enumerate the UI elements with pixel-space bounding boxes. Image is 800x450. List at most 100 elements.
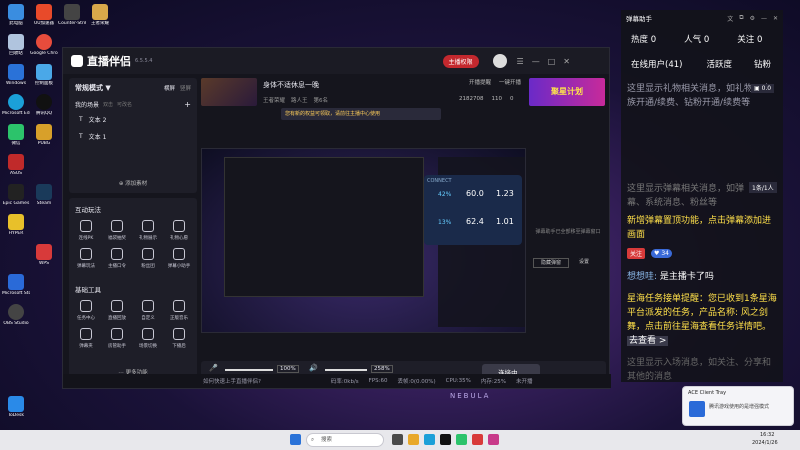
tool-music[interactable]: 正版音乐 [164,300,194,321]
tool-danmu-clip[interactable]: 弹幕夹 [71,328,101,349]
speaker-icon[interactable]: 🔊 [309,364,318,372]
tool-lucky-bag[interactable]: 福袋抽奖 [102,220,132,241]
app-titlebar: 直播伴侣 6.5.5.4 主播权限 ☰ — □ ✕ [63,48,609,74]
desktop-icon-recycle[interactable]: 回收站 [2,34,30,57]
help-link[interactable]: 如何快速上手直播伴侣? [203,377,261,385]
scene-item[interactable]: T 文本 1 [69,128,197,145]
remind-button[interactable]: 开播提醒 [469,78,491,86]
maximize-icon[interactable]: □ [548,57,556,66]
tab-diamond-fans[interactable]: 钻粉 [754,58,771,70]
music-icon [173,300,185,312]
tool-danmu-helper[interactable]: 弹幕小助手 [164,248,194,269]
speaker-slider[interactable] [325,369,367,371]
scene-hint-1: 双击 [103,102,114,108]
stream-title[interactable]: 身体不适休息一晚 [263,80,319,90]
add-source-button[interactable]: ⊕ 添加素材 [69,179,197,187]
desktop-icon-chrome[interactable]: Google Chrome [30,34,58,57]
tab-portrait[interactable]: 竖屏 [180,84,191,92]
tool-replay[interactable]: 直播回放 [102,300,132,321]
taskbar-app-3[interactable] [424,434,435,445]
desktop-icon-cs[interactable]: Counter-Strike [58,4,86,27]
desktop-icon-hyper[interactable]: HYPER [2,214,30,237]
add-scene-icon[interactable]: + [184,100,191,109]
translate-icon[interactable]: 文 [727,14,733,23]
danmu-settings-icon[interactable]: ⚙ [750,15,755,22]
desktop-icon-epic[interactable]: Epic Games [2,184,30,207]
tab-activity[interactable]: 活跃度 [706,58,732,70]
copy-icon[interactable]: ⧉ [739,14,743,22]
windows-start-icon[interactable] [290,434,301,445]
desktop-icon-this-pc[interactable]: 此电脑 [2,4,30,27]
user-name[interactable]: 想想哇: [627,272,657,282]
tool-gift-show[interactable]: 礼物展示 [133,220,163,241]
tool-scene-switch[interactable]: 场景切换 [133,328,163,349]
desktop-icon-qq[interactable]: 腾讯QQ [30,94,58,117]
desktop-icon-uu[interactable]: UU加速器 [30,4,58,27]
taskbar-app-5[interactable] [456,434,467,445]
side-settings-button[interactable]: 设置 [579,258,589,265]
desktop-icon-control-panel[interactable]: 控制面板 [30,64,58,87]
stat-likes: 110 [491,96,503,102]
desktop-icon-edge[interactable]: Microsoft Edge [2,94,30,117]
scene-item[interactable]: T 文本 2 [69,111,197,128]
desktop-icon-wps[interactable]: WPS [30,244,58,267]
tab-landscape[interactable]: 横屏 [164,84,175,92]
taskbar-search[interactable]: ⌕ 搜索 [306,433,384,447]
tool-fans[interactable]: 粉丝团 [133,248,163,269]
stream-thumbnail[interactable] [201,78,257,106]
avatar[interactable] [492,54,507,68]
stream-category[interactable]: 王者荣耀 [263,96,285,104]
user-message: 是主播卡了吗 [659,272,714,282]
taskbar-app-1[interactable] [392,434,403,445]
perf-val1: 60.0 [466,189,484,198]
desktop-icon-steam[interactable]: Steam [30,184,58,207]
promo-message[interactable]: 新增弹幕置顶功能，点击弹幕添加进画面 [627,214,777,242]
desktop-icon-obs[interactable]: OBS Studio [2,304,30,327]
hide-popup-button[interactable]: 隐藏弹窗 [533,258,569,268]
banner-ad[interactable]: 聚星计划 [529,78,605,106]
taskbar-date[interactable]: 2024/1/26 [752,440,778,446]
tool-room-admin[interactable]: 房管助手 [102,328,132,349]
taskbar-app-6[interactable] [472,434,483,445]
danmu-close-icon[interactable]: ✕ [773,15,778,22]
perf-val3: 62.4 [466,217,484,226]
taskbar-app-4[interactable] [440,434,451,445]
desktop-icon-wechat[interactable]: 微信 [2,124,30,147]
desktop-icon-wzry[interactable]: 王者荣耀 [86,4,114,27]
preview-nested-window [224,157,424,297]
preview-canvas[interactable]: CONNECT 42% 13% 60.0 1.23 62.4 1.01 [201,148,526,333]
desktop-icon-todesk[interactable]: ToDesk [2,396,30,419]
notification-app-icon [689,401,705,417]
minimize-icon[interactable]: — [532,57,540,66]
view-task-link[interactable]: 去查看 > [627,336,669,346]
stat-heat: 热度 0 [631,35,657,45]
mic-icon[interactable]: 🎤 [209,364,218,372]
tool-anchor-code[interactable]: 主播口令 [102,248,132,269]
tool-after-stream[interactable]: 下播后 [164,328,194,349]
taskbar-app-7[interactable] [488,434,499,445]
quick-start-button[interactable]: 一键开播 [499,78,521,86]
tool-task-center[interactable]: 任务中心 [71,300,101,321]
task-message[interactable]: 星海任务接单提醒：您已收到1条星海平台派发的任务，产品名称: 风之剑舞，点击前往… [627,292,779,348]
danmu-minimize-icon[interactable]: — [761,15,767,22]
tool-custom[interactable]: 自定义 [133,300,163,321]
tool-danmu-play[interactable]: 弹幕玩法 [71,248,101,269]
desktop-icon-asus[interactable]: ASUS [2,154,30,177]
tool-gift-wish[interactable]: 礼物心愿 [164,220,194,241]
anchor-rights-button[interactable]: 主播权限 [442,54,479,68]
danmu-title: 弹幕助手 [626,15,652,23]
scene-mode-dropdown[interactable]: 常规模式 ▼ [75,83,111,93]
desktop-icon-windows[interactable]: Windows [2,64,30,87]
taskbar-app-2[interactable] [408,434,419,445]
desktop-icon-pubg[interactable]: PUBG [30,124,58,147]
desktop-icon-store[interactable]: Microsoft Store [2,274,30,297]
menu-icon[interactable]: ☰ [517,57,524,66]
close-icon[interactable]: ✕ [563,57,570,66]
mic-slider[interactable] [225,369,273,371]
user-danmu[interactable]: 想想哇: 是主播卡了吗 [627,270,777,284]
notice-bar[interactable]: 您有新的权益可领取，请前往主播中心使用 [281,108,441,120]
notification-toast[interactable]: ACE Client Tray 腾讯游戏使用的是增强模式 [682,386,794,426]
taskbar-time[interactable]: 16:32 [760,432,774,438]
tab-online-users[interactable]: 在线用户(41) [631,58,682,70]
tool-pk[interactable]: 连线PK [71,220,101,241]
